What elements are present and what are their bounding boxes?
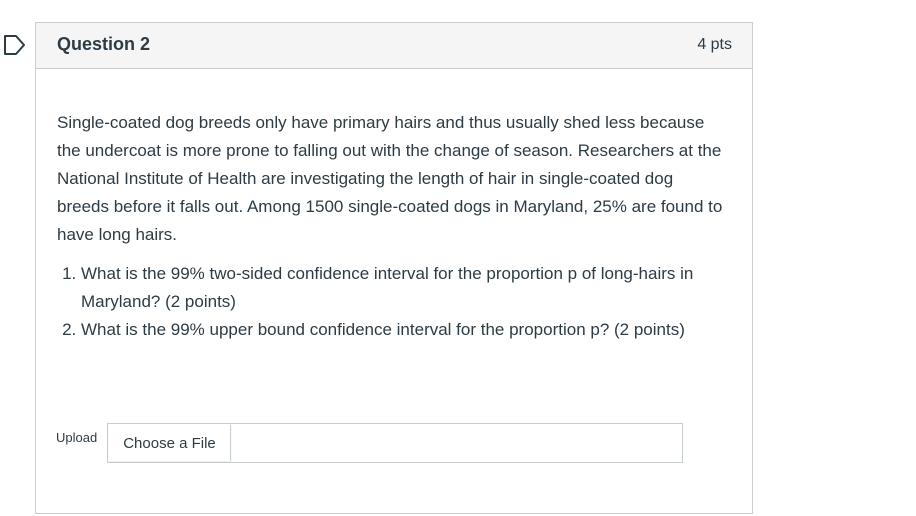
- file-upload-field[interactable]: Choose a File: [107, 423, 683, 463]
- question-points: 4 pts: [697, 36, 732, 53]
- sub-question-list: What is the 99% two-sided confidence int…: [57, 260, 727, 344]
- choose-file-button[interactable]: Choose a File: [109, 425, 231, 461]
- question-text: Single-coated dog breeds only have prima…: [57, 113, 723, 244]
- question-title: Question 2: [57, 34, 151, 54]
- flag-question-icon[interactable]: [2, 34, 28, 56]
- question-card: Question 2 4 pts Single-coated dog breed…: [35, 22, 753, 514]
- sub-question-item: What is the 99% upper bound confidence i…: [81, 316, 727, 344]
- question-header: Question 2 4 pts: [36, 23, 752, 69]
- sub-question-item: What is the 99% two-sided confidence int…: [81, 260, 727, 316]
- upload-label: Upload: [56, 430, 98, 445]
